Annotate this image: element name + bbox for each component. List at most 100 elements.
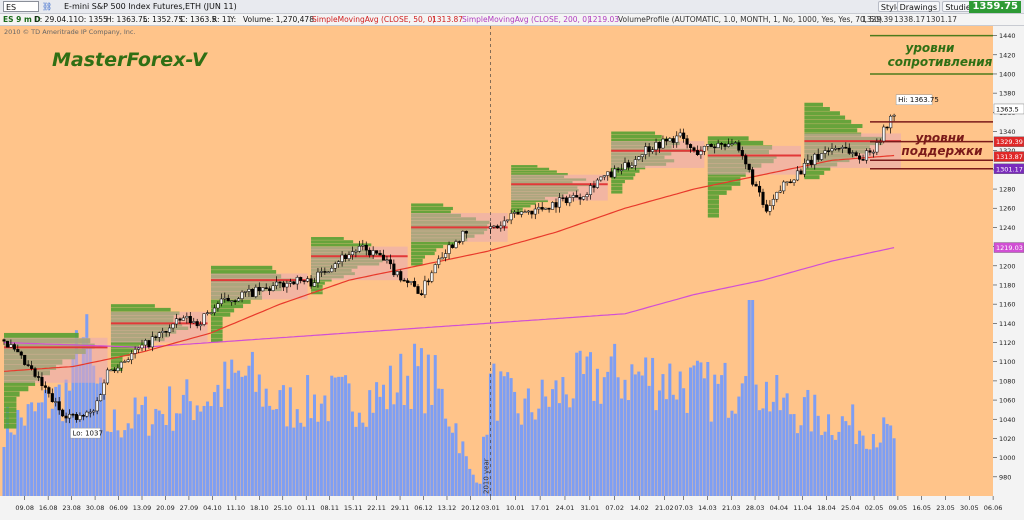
- volume-bar: [592, 400, 596, 496]
- volume-bar: [865, 448, 868, 496]
- volume-bar: [699, 362, 703, 496]
- close-value: C: 1363.5: [180, 15, 217, 24]
- candle-bull: [123, 361, 127, 363]
- symbol-input[interactable]: ES: [3, 1, 39, 12]
- candle-bear: [868, 150, 872, 153]
- volume-bar: [23, 425, 27, 496]
- profile-row: [707, 208, 719, 214]
- candle-bull: [109, 369, 113, 372]
- profile-row: [804, 170, 825, 175]
- candle-bull: [116, 367, 120, 372]
- candle-bull: [9, 344, 13, 348]
- volume-bar: [526, 388, 530, 496]
- volume-bar: [143, 396, 147, 496]
- volume-bar: [426, 354, 430, 496]
- candle-bull: [633, 159, 637, 166]
- profile-row: [411, 245, 444, 249]
- volume-bar: [133, 397, 137, 496]
- candle-bear: [647, 146, 651, 152]
- last-price-badge: 1359.75: [969, 1, 1021, 13]
- candle-bull: [806, 159, 810, 164]
- volume-bar: [457, 453, 461, 496]
- candle-bear: [323, 271, 327, 273]
- candle-bull: [337, 261, 341, 264]
- candle-bull: [585, 194, 589, 197]
- volume-bar: [340, 376, 344, 496]
- candle-bull: [440, 257, 444, 260]
- profile-row: [4, 418, 17, 424]
- candle-bear: [2, 339, 6, 342]
- candle-bull: [509, 213, 513, 221]
- candle-bull: [143, 340, 147, 346]
- candle-bear: [43, 385, 47, 388]
- candle-bear: [685, 138, 689, 145]
- price-label-text: 1219.03: [996, 244, 1023, 252]
- volume-bar: [595, 368, 599, 496]
- volume-bar: [2, 446, 6, 496]
- candle-bull: [775, 192, 779, 200]
- candle-bull: [823, 150, 827, 154]
- candle-bear: [799, 170, 803, 175]
- candle-bear: [250, 289, 254, 297]
- candle-bull: [551, 202, 555, 210]
- low-value: L: 1352.75: [143, 15, 184, 24]
- volume-bar: [575, 352, 579, 496]
- candle-bear: [547, 207, 551, 210]
- instrument-title: E-mini S&P 500 Index Futures,ETH (JUN 11…: [64, 2, 237, 11]
- volume-bar: [768, 411, 772, 496]
- volume-bar: [219, 406, 223, 496]
- drawings-button[interactable]: Drawings: [896, 1, 940, 12]
- candle-bull: [192, 321, 196, 324]
- volume-bar: [178, 413, 182, 496]
- volume-bar: [268, 405, 272, 496]
- candle-bull: [243, 291, 248, 293]
- volume-bar: [840, 416, 844, 496]
- volume-bar: [19, 417, 23, 496]
- candle-bear: [26, 364, 30, 366]
- profile-row: [511, 170, 557, 173]
- candle-bull: [557, 197, 562, 208]
- profile-row: [804, 128, 858, 133]
- candle-bull: [533, 208, 537, 215]
- candle-bear: [195, 321, 199, 327]
- candle-bull: [371, 250, 375, 256]
- volume-bar: [326, 421, 330, 496]
- volume-bar: [244, 375, 247, 496]
- link-icon[interactable]: ⛓: [42, 2, 52, 11]
- profile-row: [411, 206, 453, 211]
- profile-row: [804, 106, 830, 111]
- candle-bear: [378, 252, 382, 256]
- candle-bull: [105, 369, 110, 384]
- candle-bull: [630, 165, 634, 168]
- candle-bear: [154, 336, 158, 338]
- candle-bear: [592, 185, 596, 188]
- profile-row: [511, 167, 550, 171]
- volume-bar: [671, 394, 675, 496]
- range-value: R: 11: [212, 15, 232, 24]
- volume-bar: [368, 390, 372, 496]
- x-tick-label: 25.04: [841, 504, 860, 512]
- candle-bear: [561, 197, 565, 199]
- volume-bar: [316, 421, 320, 496]
- y-tick-label: 1400: [999, 70, 1016, 78]
- candle-bull: [582, 196, 586, 200]
- candle-bull: [892, 114, 896, 117]
- candle-bull: [68, 413, 72, 419]
- volume-bar: [281, 385, 285, 496]
- volume-bar: [188, 401, 192, 496]
- volume-bar: [633, 374, 637, 496]
- x-tick-label: 09.05: [889, 504, 908, 512]
- candle-bull: [875, 142, 879, 153]
- candle-bear: [147, 340, 151, 348]
- y-tick-label: 1340: [999, 128, 1016, 136]
- vp-value-2: 1338.17: [894, 15, 926, 24]
- volume-bar: [806, 389, 810, 496]
- volume-bar: [740, 383, 744, 496]
- candle-bull: [275, 281, 279, 286]
- volume-bar: [537, 408, 541, 496]
- candle-bull: [95, 400, 99, 412]
- candle-bull: [247, 289, 251, 292]
- profile-row: [707, 204, 719, 209]
- price-chart[interactable]: 980 1000 1020 1040 1060 1080 1100 1120 1140 1160 1…: [0, 26, 1024, 520]
- candle-bull: [526, 210, 530, 213]
